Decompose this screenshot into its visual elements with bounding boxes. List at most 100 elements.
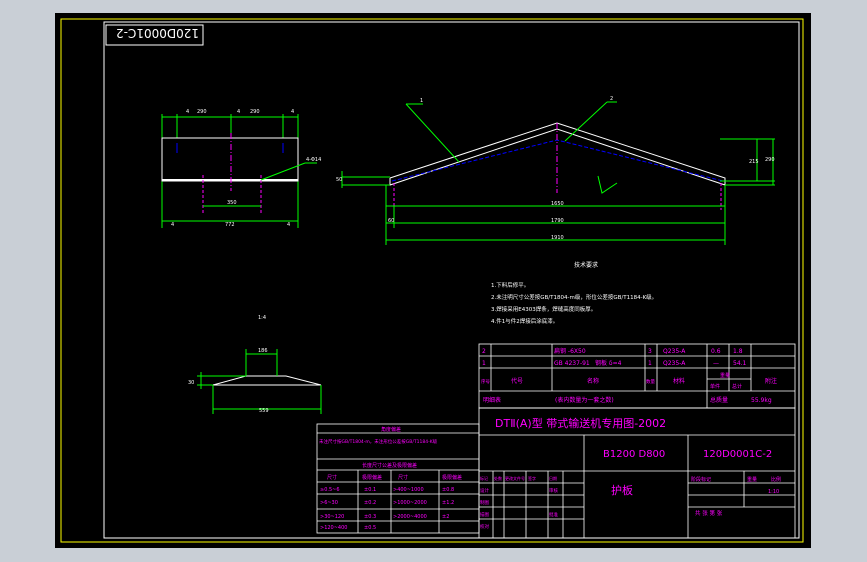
outer-frame: [60, 18, 804, 543]
left-dim-bottom-0: 4: [171, 222, 174, 228]
tol-r2-c0: >30~120: [320, 514, 344, 520]
tol-r2-c2: >2000~4000: [393, 514, 427, 520]
bom-r1-unit-wt: —: [713, 360, 719, 367]
bom-footer-total-label: 总质量: [710, 396, 728, 404]
dim-mid-width: 1790: [551, 218, 564, 224]
title-scale-label: 比例: [771, 476, 781, 483]
left-view: [161, 114, 317, 228]
bom-r1-material: Q235-A: [663, 360, 686, 367]
tech-req-item-3: 3.焊接采用E4303焊条，焊缝高度同板厚。: [491, 305, 596, 313]
bom-footer-total: 55.9kg: [751, 397, 772, 404]
left-dim-top-1: 290: [197, 109, 207, 115]
tech-req-item-2: 2.未注明尺寸公差按GB/T1804-m级，形位公差按GB/T1184-K级。: [491, 293, 657, 301]
bom-r0-total-wt: 1.8: [733, 348, 743, 355]
sign-row-0: 设计: [480, 487, 489, 494]
tol-r0-c0: ≥0.5~6: [320, 487, 340, 493]
callout-1: 1: [420, 98, 423, 104]
dim-left-offset: 60: [388, 218, 394, 224]
bom-r1-total-wt: 54.1: [733, 360, 747, 367]
tol-note: 未注尺寸按GB/T1804-m，未注形位公差按GB/T1184-K级: [319, 438, 438, 445]
title-scale: 1:10: [768, 489, 779, 495]
title-stage-label: 阶段标记: [691, 476, 711, 483]
tol-h-2: 尺寸: [398, 474, 408, 481]
title-block-text: DTⅡ(A)型 带式输送机专用图-2002 B1200 D800 120D000…: [480, 416, 781, 530]
tol-r1-c2: >1000~2000: [393, 500, 427, 506]
tol-h-3: 极限偏差: [442, 474, 462, 481]
sign-col-3: 签字: [528, 475, 536, 481]
left-dim-bottom-2: 4: [287, 222, 290, 228]
drawing-sheet: 120D0001C-2 4 290 4 290 4 350 4 772 4 4-…: [55, 13, 811, 548]
callout-2: 2: [610, 96, 613, 102]
drawing-number-mirrored: 120D0001C-2: [116, 26, 199, 40]
dim-inner-width: 1650: [551, 201, 564, 207]
tech-req-item-4: 4.件1与件2焊接后涂底漆。: [491, 317, 558, 325]
bom-table: [478, 343, 796, 409]
sign-row-4: 审核: [549, 487, 558, 494]
title-part-name: 护板: [611, 483, 633, 497]
left-dim-top-3: 290: [250, 109, 260, 115]
tol-r3-c1: ±0.5: [364, 525, 376, 531]
bom-r1-name: 钢板 δ=4: [595, 359, 622, 367]
left-dim-bottom-1: 772: [225, 222, 235, 228]
bom-r0-no: 2: [482, 348, 486, 355]
title-weight-label: 重量: [747, 476, 757, 483]
left-dim-top-2: 4: [237, 109, 240, 115]
tol-r1-c3: ±1.2: [442, 500, 454, 506]
sign-col-0: 标记: [480, 475, 488, 481]
bom-r0-unit-wt: 0.6: [711, 348, 721, 355]
bom-text: 2 扁钢 -6X50 3 Q235-A 0.6 1.8 1 GB 4237-91…: [481, 347, 777, 404]
dim-outer-width: 1910: [551, 235, 564, 241]
title-series: DTⅡ(A)型 带式输送机专用图-2002: [495, 416, 666, 430]
tol-r0-c3: ±0.8: [442, 487, 454, 493]
bom-h-material: 材料: [673, 377, 685, 385]
bom-r1-code: GB 4237-91: [554, 360, 590, 367]
dim-right-outer: 290: [765, 157, 775, 163]
dim-right-inner: 215: [749, 159, 759, 165]
left-dim-top-0: 4: [186, 109, 189, 115]
bom-footer-label: 明细表: [483, 396, 501, 404]
left-dim-mid: 350: [227, 200, 237, 206]
tol-subtitle: 长度尺寸公差及极限偏差: [362, 462, 417, 469]
bom-h-single: 单件: [710, 383, 720, 390]
sign-col-4: 日期: [549, 475, 557, 481]
sign-col-2: 更改文件号: [505, 475, 525, 481]
bom-r0-qty: 3: [648, 348, 652, 355]
bom-h-total: 总计: [732, 383, 742, 390]
tech-req-title: 技术要求: [574, 261, 598, 269]
tol-h-0: 尺寸: [327, 474, 337, 481]
title-code: 120D0001C-2: [703, 449, 772, 460]
left-view-labels: 4 290 4 290 4 350 4 772 4 4-Φ14: [171, 109, 321, 228]
tol-r2-c3: ±2: [442, 514, 449, 520]
section-bottom-dim: 559: [259, 408, 269, 414]
sign-row-1: 制图: [480, 499, 489, 506]
sign-col-1: 处数: [494, 475, 502, 481]
bom-r0-code: 扁钢 -6X50: [554, 347, 586, 355]
technical-requirements: 技术要求 1.下料后修平。 2.未注明尺寸公差按GB/T1804-m级，形位公差…: [491, 261, 657, 325]
tol-r3-c0: >120~400: [320, 525, 347, 531]
section-top-dim: 186: [258, 348, 268, 354]
tol-r0-c2: >400~1000: [393, 487, 424, 493]
tol-r0-c1: ±0.1: [364, 487, 376, 493]
bom-footer-note: (表内数量为一套之数): [555, 396, 614, 404]
sign-row-5: 批准: [549, 511, 558, 518]
sign-row-3: 校对: [480, 523, 489, 530]
tech-req-item-1: 1.下料后修平。: [491, 281, 529, 289]
tol-h-1: 极限偏差: [362, 474, 382, 481]
tol-r2-c1: ±0.3: [364, 514, 376, 520]
bom-h-qty: 数量: [646, 378, 655, 385]
bom-h-name: 名称: [587, 377, 599, 385]
bom-h-no: 序号: [481, 378, 490, 385]
sign-row-2: 描图: [480, 511, 489, 518]
left-side-callout: 4-Φ14: [306, 157, 321, 163]
bom-r1-no: 1: [482, 360, 486, 367]
tol-r1-c0: >6~30: [320, 500, 338, 506]
left-dim-top-4: 4: [291, 109, 294, 115]
tolerance-table-text: 角度偏差 未注尺寸按GB/T1804-m，未注形位公差按GB/T1184-K级 …: [319, 426, 462, 531]
bom-h-code: 代号: [511, 377, 523, 385]
bom-r1-qty: 1: [648, 360, 652, 367]
inner-frame: [103, 21, 800, 539]
tol-r1-c1: ±0.2: [364, 500, 376, 506]
main-view-labels: 1 2 50 215 290 1650 1790 1910 60: [336, 96, 775, 241]
dim-left-height: 50: [336, 177, 342, 183]
bom-r0-material: Q235-A: [663, 348, 686, 355]
